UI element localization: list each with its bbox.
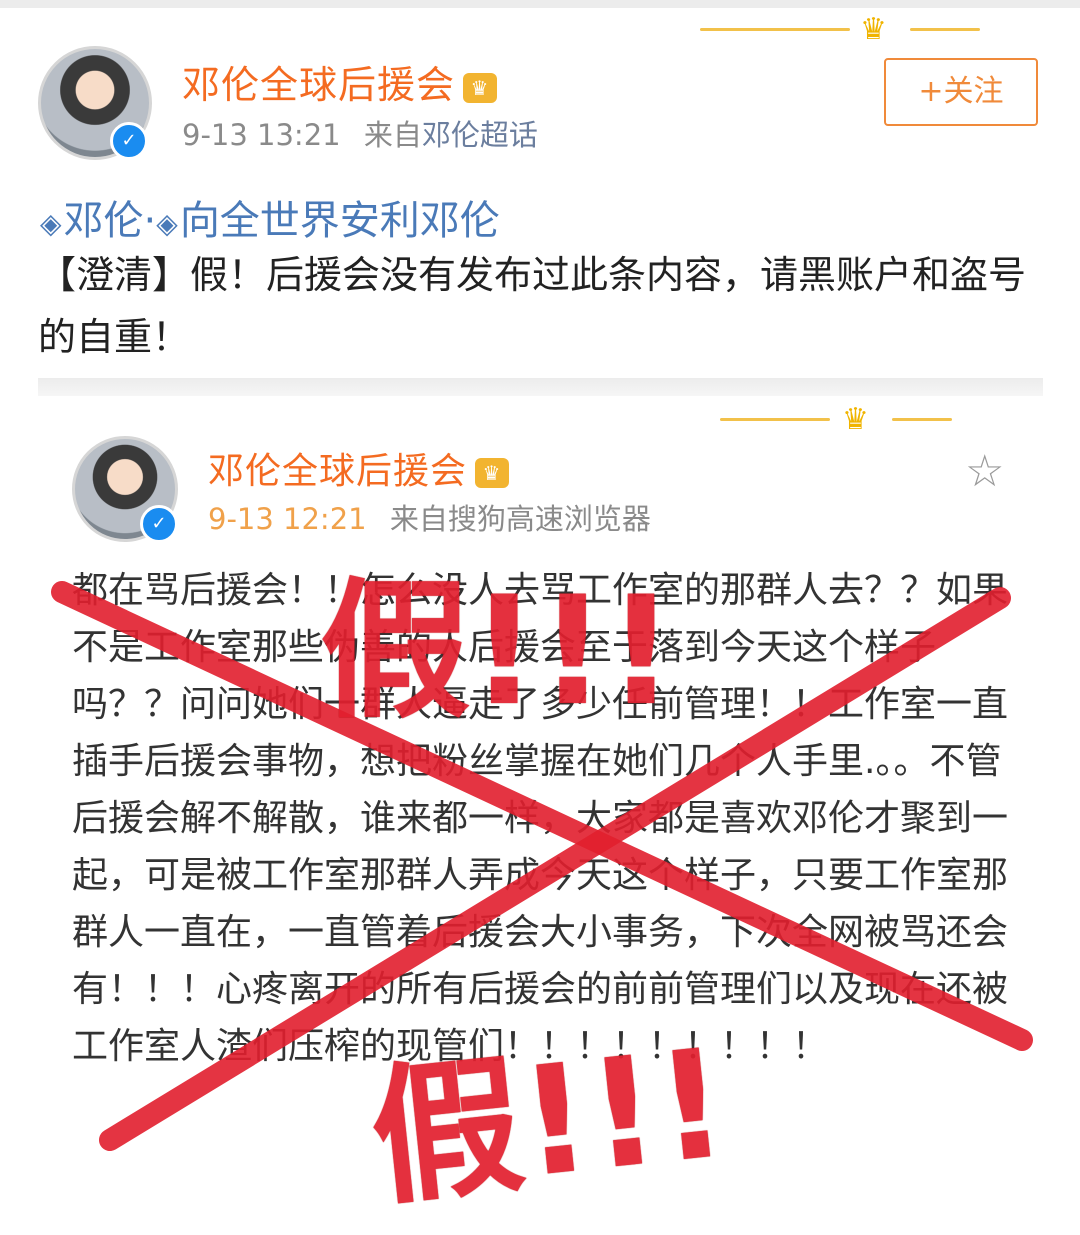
post-meta: 9-13 13:21 来自邓伦超话 <box>182 112 538 154</box>
vip-badge-icon: ♛ <box>475 458 510 488</box>
post-divider <box>38 378 1043 396</box>
follow-button[interactable]: +关注 <box>884 58 1038 126</box>
post-username[interactable]: 邓伦全球后援会 ♛ <box>182 54 498 109</box>
topic-icon: ◈ <box>156 206 178 240</box>
post-source-prefix: 来自 <box>363 118 422 152</box>
verified-icon: ✓ <box>140 505 178 543</box>
vip-badge-icon: ♛ <box>463 72 498 103</box>
crown-decoration: ♛ <box>720 396 980 446</box>
post-source[interactable]: 邓伦超话 <box>422 118 538 152</box>
crown-icon: ♛ <box>860 12 887 47</box>
star-icon[interactable]: ☆ <box>965 446 1004 497</box>
fake-stamp-bottom: 假!!! <box>363 1016 735 1228</box>
topic-tag-2[interactable]: ◈向全世界安利邓伦 <box>156 198 500 244</box>
topic-icon: ◈ <box>40 206 62 240</box>
verified-icon: ✓ <box>110 122 148 160</box>
fake-stamp-top: 假!!! <box>320 565 676 739</box>
crown-icon: ♛ <box>842 402 869 437</box>
topic-tags: ◈邓伦·◈向全世界安利邓伦 <box>40 188 500 246</box>
post-time: 9-13 13:21 <box>182 118 341 152</box>
crown-decoration: ♛ <box>700 6 1000 56</box>
embedded-username: 邓伦全球后援会 ♛ <box>208 442 510 494</box>
topic-tag-1[interactable]: ◈邓伦· <box>40 198 156 244</box>
post-text: 【澄清】假！后援会没有发布过此条内容，请黑账户和盗号的自重！ <box>38 253 1027 359</box>
